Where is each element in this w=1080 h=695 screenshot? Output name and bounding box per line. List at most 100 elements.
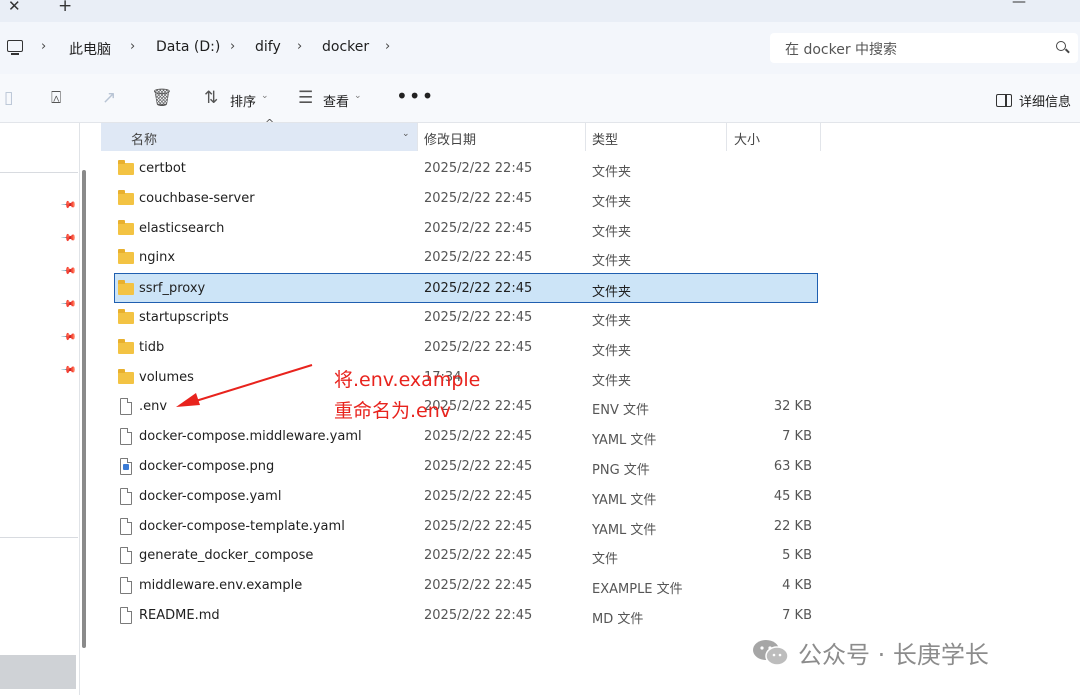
this-pc-icon[interactable] [7, 40, 23, 55]
file-name: certbot [139, 161, 186, 176]
chevron-down-icon[interactable]: ⌄ [402, 129, 410, 139]
file-row[interactable]: ssrf_proxy 2025/2/22 22:45 文件夹 [114, 273, 818, 304]
file-row[interactable]: docker-compose.middleware.yaml 2025/2/22 … [101, 422, 818, 452]
sort-button[interactable]: 排序 [230, 91, 256, 110]
file-type: EXAMPLE 文件 [592, 582, 683, 598]
file-name: startupscripts [139, 310, 229, 325]
breadcrumb-dify[interactable]: dify [255, 39, 281, 55]
pin-icon[interactable]: 📌 [60, 362, 77, 379]
watermark-text: 公众号 · 长庚学长 [798, 640, 989, 669]
file-type: 文件夹 [592, 373, 632, 389]
chevron-right-icon[interactable]: › [297, 39, 302, 54]
file-name: README.md [139, 608, 220, 623]
breadcrumb-this-pc[interactable]: 此电脑 [69, 39, 111, 59]
minimize-icon[interactable]: — [1012, 0, 1026, 10]
file-size: 45 KB [773, 488, 812, 504]
chevron-right-icon[interactable]: › [385, 39, 390, 54]
more-options-button[interactable]: ••• [396, 84, 434, 108]
file-size: 32 KB [773, 399, 812, 415]
pin-icon[interactable]: 📌 [60, 329, 77, 346]
file-type: YAML 文件 [592, 433, 657, 449]
file-size: 5 KB [782, 548, 812, 564]
breadcrumb-docker[interactable]: docker [322, 39, 369, 55]
file-row[interactable]: nginx 2025/2/22 22:45 文件夹 [101, 243, 818, 273]
file-icon [120, 398, 132, 416]
file-modified-date: 2025/2/22 22:45 [424, 250, 533, 266]
file-size: 63 KB [773, 459, 812, 474]
file-icon [120, 577, 132, 595]
file-type: ENV 文件 [592, 403, 649, 419]
file-row[interactable]: startupscripts 2025/2/22 22:45 文件夹 [101, 303, 818, 333]
pin-icon[interactable]: 📌 [60, 230, 77, 247]
pin-icon[interactable]: 📌 [60, 296, 77, 313]
file-row[interactable]: docker-compose-template.yaml 2025/2/22 22… [101, 512, 818, 542]
file-row[interactable]: docker-compose.yaml 2025/2/22 22:45 YAML 文… [101, 482, 818, 512]
new-tab-button[interactable]: + [58, 0, 72, 16]
chevron-right-icon[interactable]: › [41, 39, 46, 54]
file-type: 文件夹 [592, 165, 632, 180]
pin-icon[interactable]: 📌 [60, 263, 77, 280]
share-icon[interactable]: ↗ [102, 90, 116, 107]
column-separator[interactable] [585, 123, 586, 151]
breadcrumb-drive[interactable]: Data (D:) [156, 39, 220, 55]
nav-scrollbar[interactable] [82, 170, 86, 648]
file-type: MD 文件 [592, 612, 644, 627]
address-bar: › 此电脑 › Data (D:) › dify › docker › 在 do… [0, 22, 1080, 74]
file-icon [120, 547, 132, 565]
sort-icon[interactable]: ⇅ [204, 90, 218, 107]
file-size: 4 KB [782, 578, 812, 594]
column-header-size[interactable]: 大小 [734, 129, 760, 157]
file-row[interactable]: README.md 2025/2/22 22:45 MD 文件 7 KB [101, 601, 818, 631]
file-icon [120, 487, 132, 505]
file-modified-date: 2025/2/22 22:45 [424, 578, 533, 594]
file-size: 7 KB [782, 429, 812, 445]
folder-icon [118, 219, 134, 235]
search-icon[interactable] [1056, 41, 1066, 51]
search-input[interactable]: 在 docker 中搜索 [770, 33, 1078, 63]
rename-icon[interactable]: ⍓ [51, 90, 61, 107]
file-type: 文件夹 [592, 194, 632, 210]
sort-ascending-icon: ^ [265, 117, 275, 130]
close-tab-icon[interactable]: ✕ [8, 0, 21, 15]
pin-icon[interactable]: 📌 [60, 197, 77, 214]
view-button[interactable]: 查看 [323, 91, 349, 110]
chevron-right-icon[interactable]: › [130, 39, 135, 54]
file-row[interactable]: middleware.env.example 2025/2/22 22:45 EXA… [101, 571, 818, 601]
nav-divider [0, 537, 78, 538]
column-header-date[interactable]: 修改日期 [424, 129, 476, 157]
nav-selected-item[interactable] [0, 655, 76, 689]
file-row[interactable]: couchbase-server 2025/2/22 22:45 文件夹 [101, 184, 818, 214]
paste-icon[interactable]: ▯ [4, 90, 13, 107]
file-size: 22 KB [773, 518, 812, 534]
folder-icon [118, 280, 134, 296]
column-separator[interactable] [726, 123, 727, 151]
file-name: docker-compose-template.yaml [139, 518, 345, 534]
file-name: docker-compose.yaml [139, 488, 282, 504]
watermark: 公众号 · 长庚学长 [752, 634, 989, 670]
view-icon[interactable]: ☰ [298, 90, 313, 107]
file-row[interactable]: generate_docker_compose 2025/2/22 22:45 文件… [101, 541, 818, 571]
file-modified-date: 2025/2/22 22:45 [424, 161, 533, 176]
column-header-type[interactable]: 类型 [592, 129, 618, 157]
file-row[interactable]: docker-compose.png 2025/2/22 22:45 PNG 文件 6… [101, 452, 818, 482]
column-separator[interactable] [820, 123, 821, 151]
file-modified-date: 2025/2/22 22:45 [424, 488, 533, 504]
file-row[interactable]: tidb 2025/2/22 22:45 文件夹 [101, 333, 818, 363]
file-modified-date: 2025/2/22 22:45 [424, 310, 533, 325]
details-pane-icon[interactable] [996, 94, 1012, 107]
column-header-name[interactable]: 名称 [131, 129, 157, 157]
chevron-down-icon[interactable]: ⌄ [261, 91, 269, 101]
file-modified-date: 2025/2/22 22:45 [424, 429, 533, 445]
file-row[interactable]: elasticsearch 2025/2/22 22:45 文件夹 [101, 214, 818, 244]
details-button[interactable]: 详细信息 [1019, 91, 1071, 110]
file-row[interactable]: .env 2025/2/22 22:45 ENV 文件 32 KB [101, 392, 818, 422]
folder-icon [118, 338, 134, 354]
folder-icon [118, 309, 134, 324]
pane-divider[interactable] [79, 123, 80, 695]
delete-icon[interactable]: 🗑 [151, 90, 173, 107]
column-separator[interactable] [417, 123, 418, 151]
file-icon [120, 607, 132, 624]
file-row[interactable]: certbot 2025/2/22 22:45 文件夹 [101, 154, 818, 184]
chevron-down-icon[interactable]: ⌄ [354, 91, 362, 101]
chevron-right-icon[interactable]: › [230, 39, 235, 54]
